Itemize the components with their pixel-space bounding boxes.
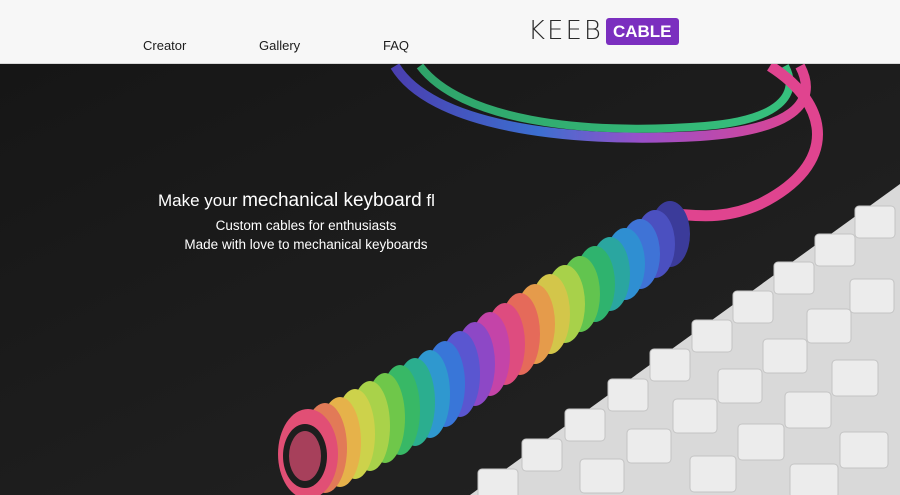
brand-logo[interactable]: KEEB CABLE [528, 16, 679, 46]
logo-keeb-text: KEEB [528, 16, 603, 46]
hero-subtitle: Custom cables for enthusiasts [215, 218, 397, 233]
site-header: Creator Gallery FAQ KEEB CABLE [0, 0, 900, 64]
nav-link-faq[interactable]: FAQ [383, 38, 409, 53]
nav-link-creator[interactable]: Creator [143, 38, 186, 53]
headline-prefix: Make your [158, 191, 243, 210]
hero-headline: Make your mechanical keyboard fl [158, 190, 468, 212]
hero-tagline: Made with love to mechanical keyboards [184, 237, 428, 252]
nav-link-gallery[interactable]: Gallery [259, 38, 300, 53]
hero-photo [0, 64, 900, 495]
hero-text-block: Make your mechanical keyboard fl Custom … [0, 190, 612, 252]
hero-banner: Make your mechanical keyboard fl Custom … [0, 64, 900, 495]
logo-cable-badge: CABLE [605, 17, 679, 45]
headline-suffix: fl [421, 191, 435, 210]
headline-emphasis: mechanical keyboard [242, 190, 422, 211]
